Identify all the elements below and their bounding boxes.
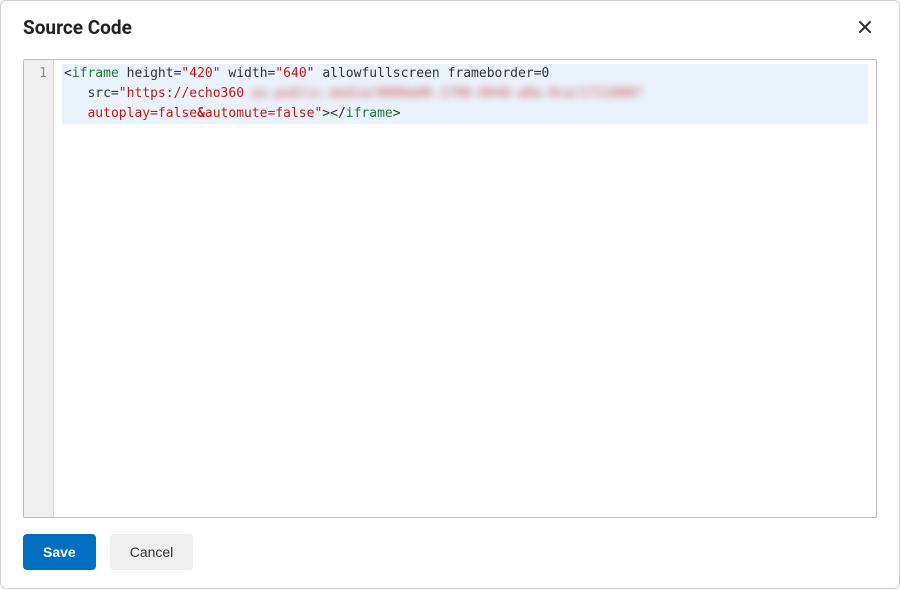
dialog-footer: Save Cancel — [1, 518, 899, 588]
save-button[interactable]: Save — [23, 534, 96, 570]
dialog-title: Source Code — [23, 16, 132, 39]
line-number: 1 — [24, 64, 53, 84]
code-line: autoplay=false&automute=false"></iframe> — [62, 104, 868, 124]
code-line: src="https://echo360.au.public.media/000… — [62, 84, 868, 104]
close-button[interactable] — [853, 15, 877, 39]
source-code-dialog: Source Code 1 <iframe height="420" width… — [0, 0, 900, 589]
dialog-header: Source Code — [1, 1, 899, 49]
code-line: <iframe height="420" width="640" allowfu… — [62, 64, 868, 84]
close-icon — [857, 19, 873, 35]
line-number-gutter: 1 — [24, 60, 54, 517]
code-textarea[interactable]: <iframe height="420" width="640" allowfu… — [54, 60, 876, 517]
redacted-url-segment: .au.public.media/0000a00-1700-0040-a0a-0… — [244, 86, 643, 101]
cancel-button[interactable]: Cancel — [110, 534, 194, 570]
code-editor[interactable]: 1 <iframe height="420" width="640" allow… — [23, 59, 877, 518]
